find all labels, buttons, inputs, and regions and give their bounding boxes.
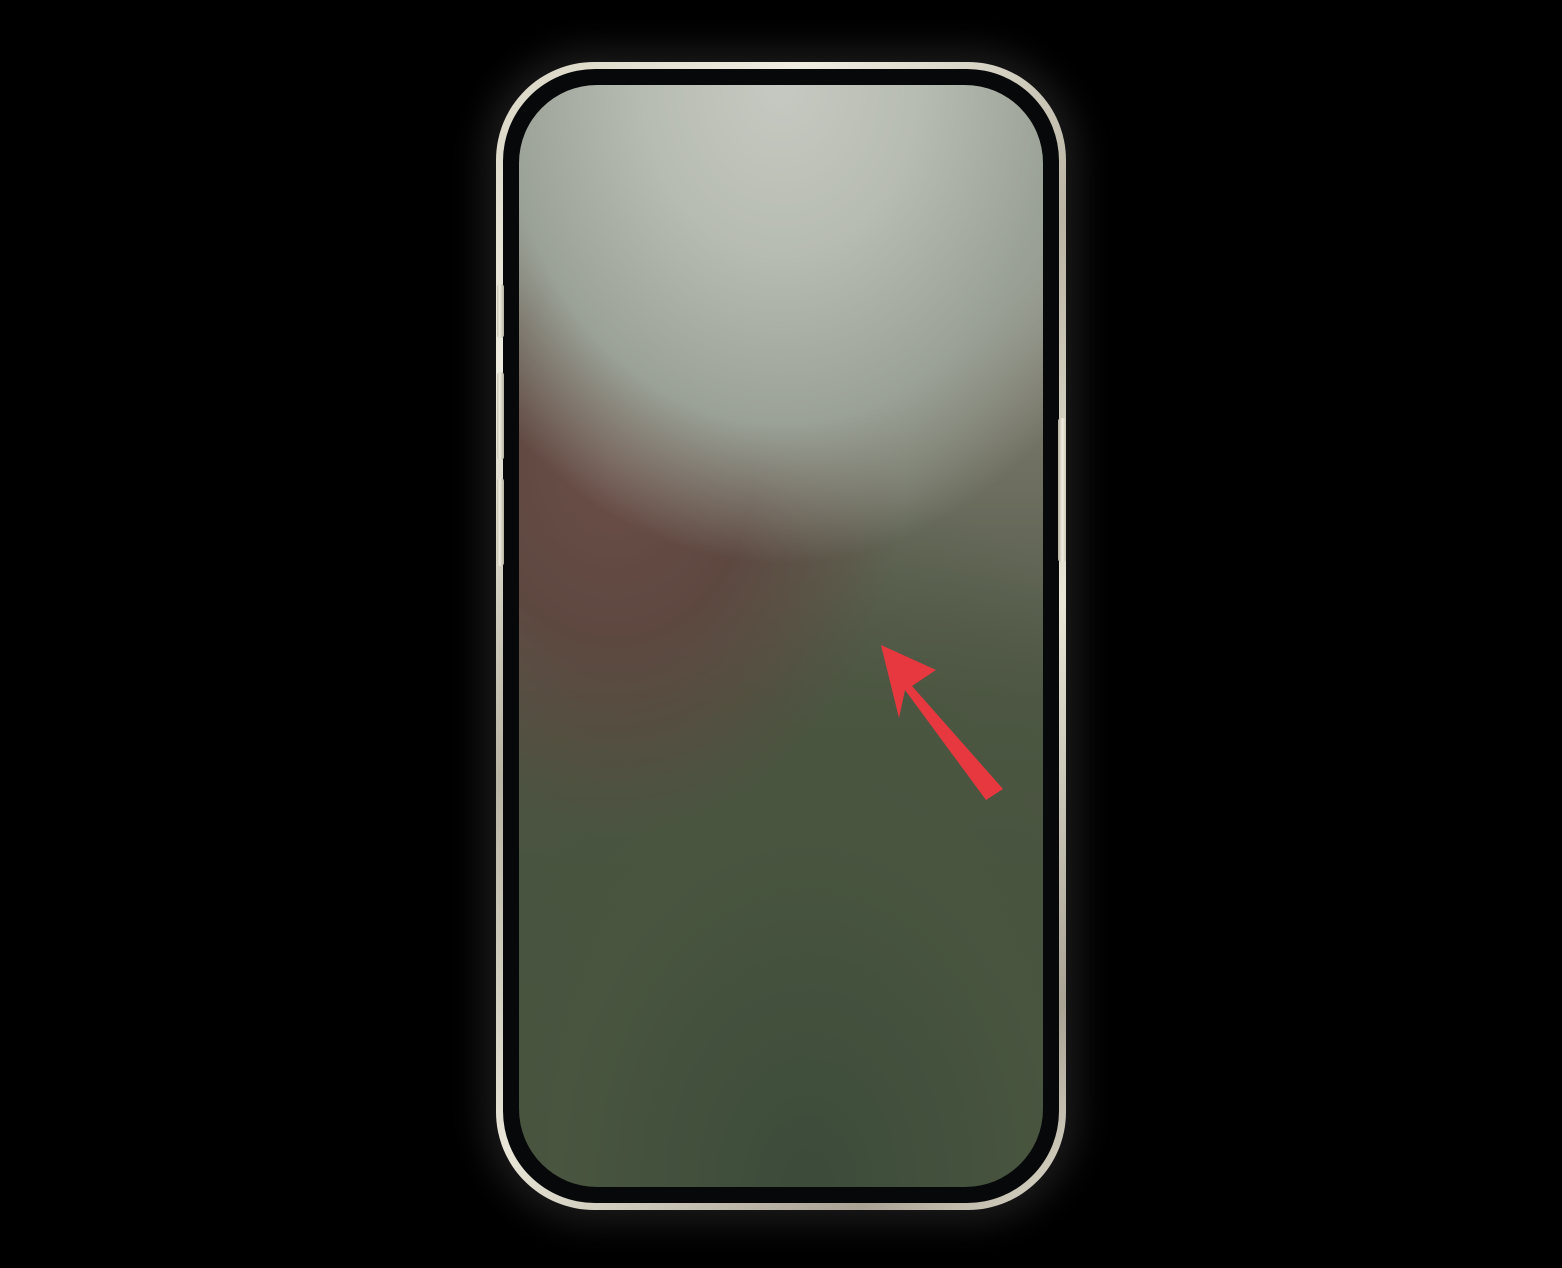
phone-screen: Search Controls [519, 85, 1043, 1187]
screenshot-root: Search Controls [0, 0, 1562, 1268]
power-button[interactable] [1058, 418, 1066, 562]
action-button[interactable] [497, 284, 504, 338]
volume-up-button[interactable] [497, 372, 504, 460]
volume-down-button[interactable] [497, 478, 504, 566]
